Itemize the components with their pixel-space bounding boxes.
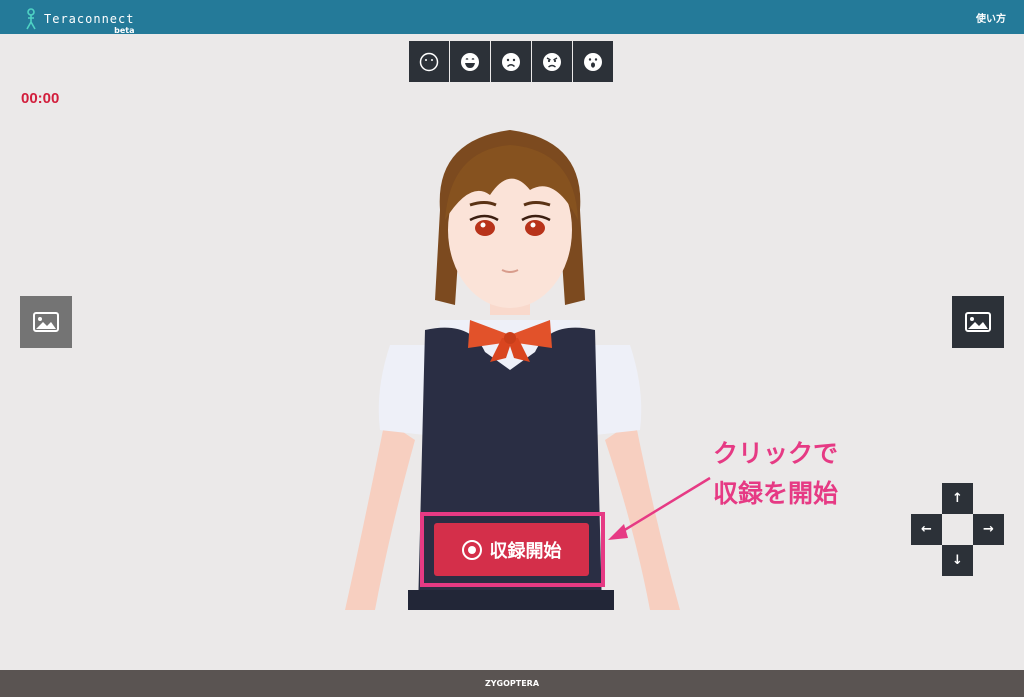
angry-face-icon (543, 52, 561, 71)
neutral-face-icon (419, 52, 439, 71)
recording-timer: 00:00 (21, 90, 60, 107)
move-right-button[interactable]: → (973, 514, 1004, 545)
move-left-button[interactable]: ← (911, 514, 942, 545)
left-image-button[interactable] (20, 296, 72, 348)
help-link[interactable]: 使い方 (976, 10, 1006, 25)
emotion-surprised-button[interactable] (573, 41, 613, 82)
instruction-annotation: クリックで 収録を開始 (713, 434, 838, 514)
record-start-label: 収録開始 (489, 540, 562, 562)
annotation-arrow-icon (608, 476, 711, 540)
move-up-button[interactable]: ↑ (942, 483, 973, 514)
sad-face-icon (502, 52, 520, 71)
app-logo[interactable]: Teraconnect beta (24, 6, 134, 35)
record-start-button[interactable]: 収録開始 (434, 523, 589, 576)
app-name: Teraconnect beta (44, 12, 134, 35)
emotion-neutral-button[interactable] (409, 41, 449, 82)
app-header: Teraconnect beta 使い方 (0, 0, 1024, 35)
right-image-button[interactable] (952, 296, 1004, 348)
annotation-line-2: 収録を開始 (713, 479, 839, 508)
move-down-button[interactable]: ↓ (942, 545, 973, 576)
emotion-happy-button[interactable] (450, 41, 490, 82)
emotion-toolbar (409, 41, 613, 82)
emotion-sad-button[interactable] (491, 41, 531, 82)
logo-mark-icon (26, 8, 36, 30)
surprised-face-icon (584, 52, 602, 71)
beta-badge: beta (114, 26, 135, 35)
happy-face-icon (461, 52, 479, 71)
image-icon (33, 312, 59, 332)
footer-brand: ZYGOPTERA (484, 679, 540, 688)
emotion-angry-button[interactable] (532, 41, 572, 82)
annotation-line-1: クリックで (713, 439, 839, 468)
app-footer: ZYGOPTERA (0, 670, 1024, 697)
image-icon (965, 312, 991, 332)
record-icon (461, 539, 482, 560)
